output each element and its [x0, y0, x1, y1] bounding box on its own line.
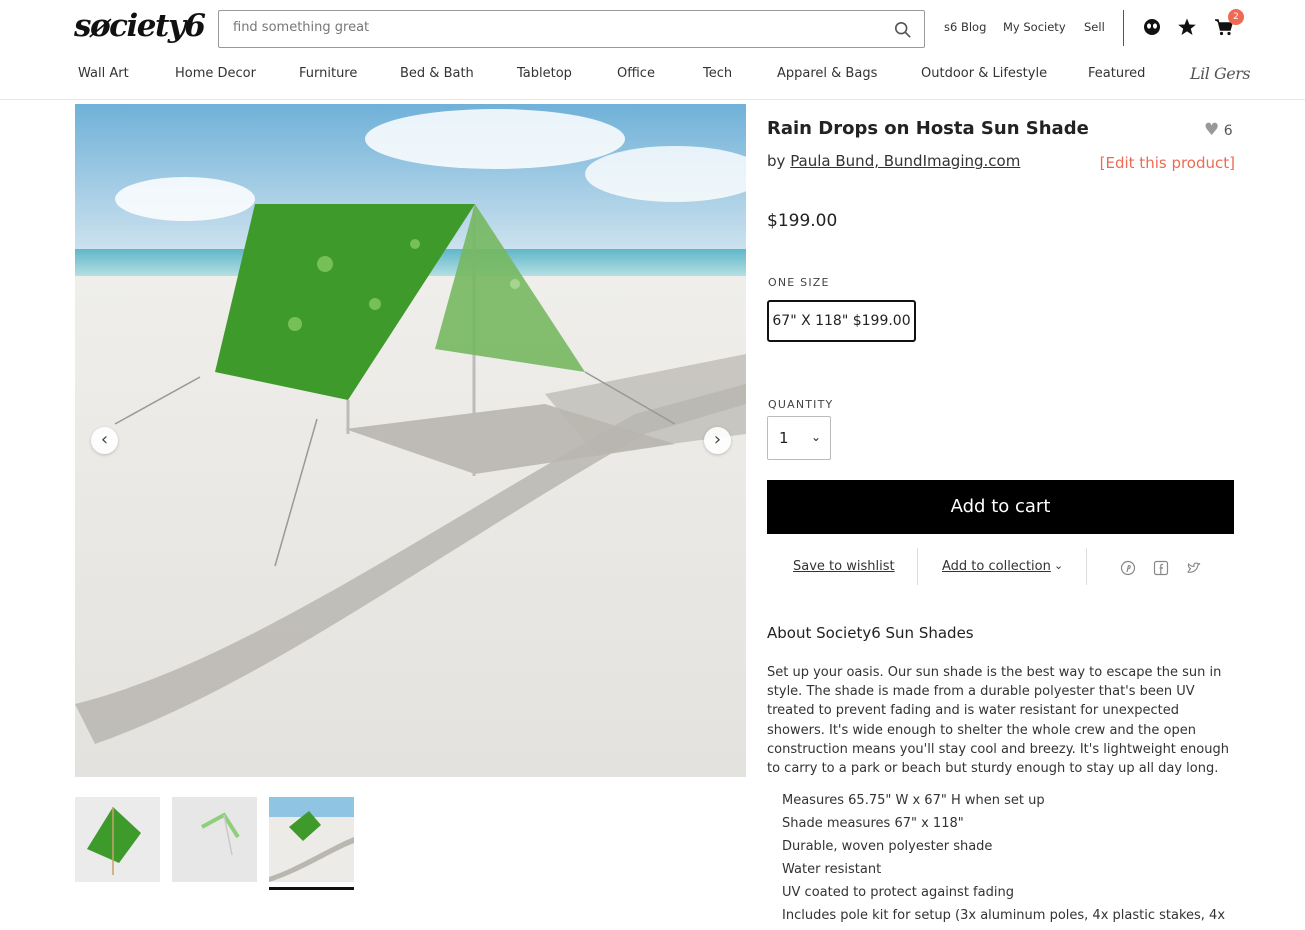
size-label: ONE SIZE — [768, 276, 830, 289]
account-icon[interactable] — [1142, 17, 1162, 37]
save-to-wishlist-link[interactable]: Save to wishlist — [793, 559, 895, 574]
nav-office[interactable]: Office — [617, 66, 655, 81]
nav-tabletop[interactable]: Tabletop — [517, 66, 572, 81]
feature-list: Measures 65.75" W x 67" H when set up Sh… — [782, 791, 1242, 929]
quantity-select[interactable]: 1 ⌄ — [767, 416, 831, 460]
add-to-collection-link[interactable]: Add to collection — [942, 559, 1051, 574]
nav-bed-bath[interactable]: Bed & Bath — [400, 66, 474, 81]
nav-home-decor[interactable]: Home Decor — [175, 66, 256, 81]
next-image-button[interactable]: › — [704, 427, 731, 454]
action-divider — [1086, 548, 1087, 585]
product-title: Rain Drops on Hosta Sun Shade — [767, 118, 1089, 139]
product-price: $199.00 — [767, 211, 838, 231]
site-logo[interactable]: søciety6 — [74, 8, 206, 44]
active-thumbnail-indicator — [269, 887, 354, 890]
action-divider — [917, 548, 918, 585]
pinterest-icon[interactable] — [1120, 560, 1136, 576]
about-heading: About Society6 Sun Shades — [767, 624, 974, 642]
quantity-value: 1 — [779, 429, 789, 447]
product-main-image[interactable]: ‹ › — [75, 104, 746, 777]
like-count[interactable]: ♥ 6 — [1204, 120, 1233, 140]
nav-lil-gers-logo[interactable]: Lil Gers — [1190, 64, 1251, 83]
artist-line: by Paula Bund, BundImaging.com — [767, 152, 1021, 170]
like-count-value: 6 — [1223, 123, 1233, 139]
nav-furniture[interactable]: Furniture — [299, 66, 357, 81]
prev-image-button[interactable]: ‹ — [91, 427, 118, 454]
header-divider — [1123, 10, 1124, 46]
heart-icon[interactable]: ♥ — [1204, 120, 1219, 140]
search-input[interactable] — [233, 20, 873, 35]
facebook-icon[interactable] — [1153, 560, 1169, 576]
feature-item: Durable, woven polyester shade — [782, 837, 1242, 860]
thumbnail-3[interactable] — [269, 797, 354, 882]
site-header: søciety6 s6 Blog My Society Sell 2 Wall … — [0, 0, 1305, 100]
nav-outdoor-lifestyle[interactable]: Outdoor & Lifestyle — [921, 66, 1047, 81]
thumbnail-1[interactable] — [75, 797, 160, 882]
feature-item: Includes pole kit for setup (3x aluminum… — [782, 906, 1242, 929]
star-icon[interactable] — [1177, 17, 1197, 37]
search-icon[interactable] — [894, 21, 912, 39]
chevron-down-icon: ⌄ — [810, 430, 821, 444]
product-description: Set up your oasis. Our sun shade is the … — [767, 665, 1229, 777]
twitter-icon[interactable] — [1186, 560, 1202, 576]
collection-chevron-icon[interactable]: ⌄ — [1054, 559, 1063, 572]
feature-item: Water resistant — [782, 860, 1242, 883]
add-to-cart-button[interactable]: Add to cart — [767, 480, 1234, 534]
nav-apparel-bags[interactable]: Apparel & Bags — [777, 66, 877, 81]
blog-link[interactable]: s6 Blog — [944, 20, 986, 34]
category-nav: Wall Art Home Decor Furniture Bed & Bath… — [0, 64, 1305, 86]
feature-item: Measures 65.75" W x 67" H when set up — [782, 791, 1242, 814]
quantity-label: QUANTITY — [768, 398, 834, 411]
edit-product-link[interactable]: [Edit this product] — [1100, 154, 1235, 172]
my-society-link[interactable]: My Society — [1003, 20, 1066, 34]
nav-tech[interactable]: Tech — [703, 66, 732, 81]
cart-count-badge: 2 — [1228, 9, 1244, 25]
sell-link[interactable]: Sell — [1084, 20, 1105, 34]
feature-item: UV coated to protect against fading — [782, 883, 1242, 906]
nav-wall-art[interactable]: Wall Art — [78, 66, 129, 81]
search-bar[interactable] — [218, 10, 925, 48]
nav-featured[interactable]: Featured — [1088, 66, 1145, 81]
artist-link[interactable]: Paula Bund, BundImaging.com — [790, 152, 1020, 170]
feature-item: Shade measures 67" x 118" — [782, 814, 1242, 837]
size-option-button[interactable]: 67" X 118" $199.00 — [767, 300, 916, 342]
thumbnail-2[interactable] — [172, 797, 257, 882]
beach-scene — [75, 104, 746, 777]
